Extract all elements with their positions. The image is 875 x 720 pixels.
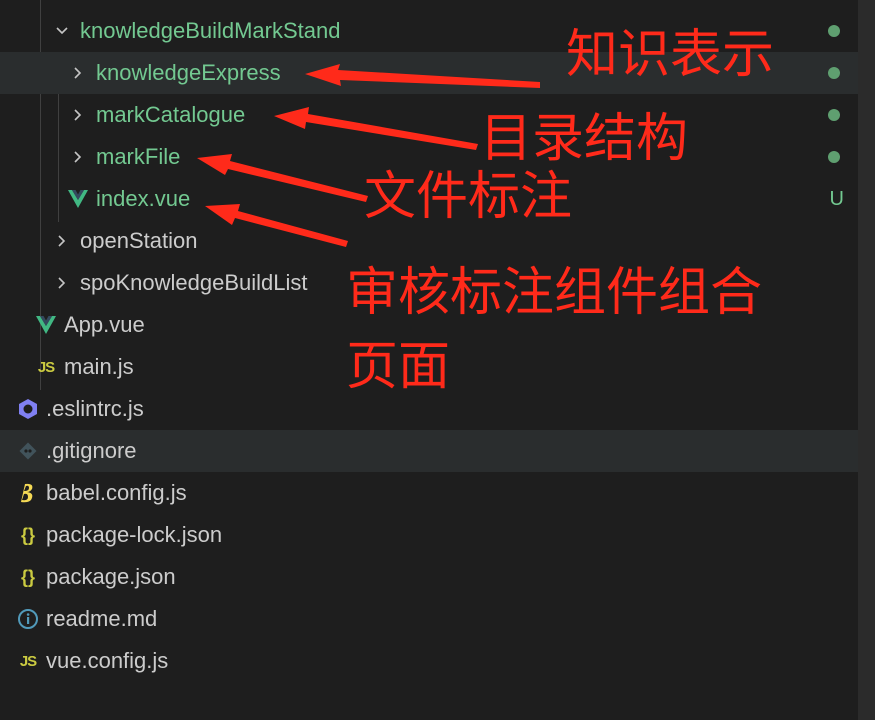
info-icon — [16, 608, 40, 630]
tree-item-label: main.js — [64, 354, 134, 379]
babel-icon — [16, 482, 40, 504]
tree-item-vue-config[interactable]: JS vue.config.js — [0, 640, 858, 682]
vertical-scrollbar[interactable] — [858, 0, 875, 720]
tree-item-label: babel.config.js — [46, 480, 187, 505]
json-icon: {} — [20, 524, 35, 545]
tree-item-label: package.json — [46, 564, 176, 589]
tree-item-label: .gitignore — [46, 438, 137, 463]
vue-icon — [34, 315, 58, 335]
annotation-combo-line1: 审核标注组件组合 — [346, 263, 763, 323]
chevron-right-icon — [68, 65, 88, 81]
tree-item-readme[interactable]: readme.md — [0, 598, 858, 640]
tree-item-label: index.vue — [96, 186, 191, 211]
tree-item-package-lock-json[interactable]: {} package-lock.json — [0, 514, 858, 556]
file-explorer: knowledgeBuildMarkStand knowledgeExpress… — [0, 0, 875, 720]
annotation-knowledge-express: 知识表示 — [566, 25, 775, 85]
annotation-file-mark: 文件标注 — [364, 167, 573, 227]
chevron-right-icon — [68, 149, 88, 165]
chevron-down-icon — [52, 23, 72, 39]
tree-item-package-json[interactable]: {} package.json — [0, 556, 858, 598]
chevron-right-icon — [52, 275, 72, 291]
tree-item-babel-config[interactable]: babel.config.js — [0, 472, 858, 514]
annotation-combo-line2: 页面 — [346, 337, 451, 397]
tree-item-label: readme.md — [46, 606, 158, 631]
tree-item-label: markFile — [96, 144, 181, 169]
status-dot-icon — [828, 94, 844, 136]
vue-icon — [66, 189, 90, 209]
tree-item-label: vue.config.js — [46, 648, 169, 673]
js-icon: JS — [19, 652, 37, 670]
tree-item-label: spoKnowledgeBuildList — [80, 270, 308, 295]
git-icon — [16, 441, 40, 461]
status-dot-icon — [828, 52, 844, 94]
tree-item-label: knowledgeBuildMarkStand — [80, 18, 341, 43]
untracked-status-badge: U — [829, 187, 844, 210]
json-icon: {} — [20, 566, 35, 587]
annotation-catalogue: 目录结构 — [480, 109, 689, 169]
tree-item-label: knowledgeExpress — [96, 60, 281, 85]
tree-item-label: App.vue — [64, 312, 145, 337]
tree-item-label: markCatalogue — [96, 102, 246, 127]
status-dot-icon — [828, 10, 844, 52]
chevron-right-icon — [68, 107, 88, 123]
chevron-right-icon — [52, 233, 72, 249]
js-icon: JS — [37, 358, 55, 376]
tree-item-markCatalogue[interactable]: markCatalogue — [0, 94, 858, 136]
tree-item-label: .eslintrc.js — [46, 396, 144, 421]
tree-item-gitignore[interactable]: .gitignore — [0, 430, 858, 472]
status-dot-icon — [828, 136, 844, 178]
tree-item-label: package-lock.json — [46, 522, 223, 547]
tree-item-label: openStation — [80, 228, 198, 253]
eslint-icon — [16, 398, 40, 420]
